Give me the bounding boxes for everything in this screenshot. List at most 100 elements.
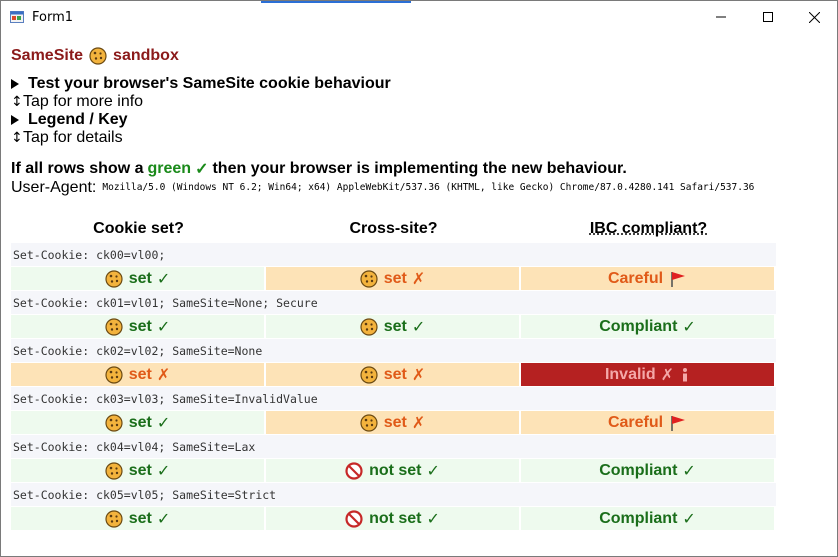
check-icon: ✓: [682, 509, 696, 528]
cookie-set-cell-text: set: [128, 461, 152, 479]
col-header-ibc-compliant[interactable]: IBC compliant?: [521, 220, 776, 238]
cross-site-cell-text: set: [383, 269, 407, 287]
ibc-cell-text: Compliant: [599, 461, 678, 479]
cookie-set-cell-text: set: [128, 269, 152, 287]
cookie-set-cell: set ✗: [11, 363, 264, 386]
cookie-icon: [105, 269, 123, 288]
result-row: set ✓ set ✓ Compliant ✓: [11, 315, 776, 338]
cookie-icon: [105, 365, 123, 384]
cookie-icon: [89, 47, 107, 65]
user-agent-label: User-Agent:: [11, 178, 97, 196]
cross-site-cell-text: not set: [369, 461, 422, 479]
results-table: Cookie set? Cross-site? IBC compliant? S…: [11, 216, 776, 530]
ibc-cell-text: Invalid: [604, 365, 656, 383]
app-icon[interactable]: [10, 10, 24, 24]
cookie-icon: [105, 317, 123, 336]
green-check-icon: ✓: [195, 160, 209, 178]
result-row: set ✓ set ✗ Careful: [11, 411, 776, 434]
cross-site-cell: set ✓: [266, 315, 519, 338]
check-icon: ✓: [156, 461, 171, 480]
result-row: set ✓ not set ✓ Compliant ✓: [11, 507, 776, 530]
cookie-set-cell: set ✓: [11, 459, 264, 482]
cross-icon: ✗: [411, 365, 426, 384]
minimize-icon: [716, 16, 726, 18]
cookie-set-cell: set ✓: [11, 507, 264, 530]
cross-site-cell: not set ✓: [266, 507, 519, 530]
set-cookie-row: Set-Cookie: ck02=vl02; SameSite=None: [11, 339, 776, 362]
cookie-icon: [105, 413, 123, 432]
cross-site-cell: set ✗: [266, 411, 519, 434]
cookie-set-cell: set ✓: [11, 411, 264, 434]
cookie-icon: [105, 509, 123, 528]
check-icon: ✓: [156, 413, 171, 432]
close-icon: [808, 11, 820, 23]
table-body: Set-Cookie: ck00=vl00; set ✓ set ✗ Careful Set…: [11, 243, 776, 530]
cookie-icon: [360, 269, 378, 288]
tap-details[interactable]: ↕ Tap for details: [11, 129, 831, 147]
cross-site-cell: set ✗: [266, 267, 519, 290]
check-icon: ✓: [156, 269, 171, 288]
ibc-cell: Compliant ✓: [521, 459, 774, 482]
taskbar-accent-strip: [261, 1, 411, 3]
red-flag-icon: [669, 414, 687, 432]
expand-triangle-icon: [11, 115, 19, 125]
result-row: set ✗ set ✗ Invalid ✗: [11, 363, 776, 386]
close-button[interactable]: [791, 1, 837, 33]
statement-green: green: [147, 159, 192, 177]
red-flag-icon: [669, 270, 687, 288]
test-summary-label: Test your browser's SameSite cookie beha…: [28, 75, 391, 92]
expand-triangle-icon: [11, 79, 19, 89]
set-cookie-row: Set-Cookie: ck04=vl04; SameSite=Lax: [11, 435, 776, 458]
check-icon: ✓: [156, 317, 171, 336]
cookie-set-cell-text: set: [128, 365, 152, 383]
cross-site-cell: set ✗: [266, 363, 519, 386]
ibc-cell: Careful: [521, 267, 774, 290]
set-cookie-row: Set-Cookie: ck05=vl05; SameSite=Strict: [11, 483, 776, 506]
instruction-statement: If all rows show a green ✓ then your bro…: [11, 159, 831, 178]
cross-icon: ✗: [156, 365, 171, 384]
cookie-set-cell-text: set: [128, 509, 152, 527]
cookie-icon: [360, 365, 378, 384]
maximize-button[interactable]: [745, 1, 791, 33]
cross-site-cell-text: set: [383, 413, 407, 431]
up-down-arrow-icon: ↕: [11, 130, 23, 146]
result-row: set ✓ not set ✓ Compliant ✓: [11, 459, 776, 482]
title-sandbox: sandbox: [113, 47, 179, 64]
no-entry-icon: [345, 461, 363, 480]
ibc-cell-text: Careful: [607, 269, 664, 287]
check-icon: ✓: [682, 461, 696, 480]
cookie-set-cell: set ✓: [11, 267, 264, 290]
tap-more-info[interactable]: ↕ Tap for more info: [11, 93, 831, 111]
user-agent-value: Mozilla/5.0 (Windows NT 6.2; Win64; x64)…: [102, 182, 755, 193]
legend-summary-label: Legend / Key: [28, 111, 128, 128]
statement-post: then your browser is implementing the ne…: [212, 159, 627, 177]
cookie-icon: [105, 461, 123, 480]
user-agent-line: User-Agent: Mozilla/5.0 (Windows NT 6.2;…: [11, 178, 831, 197]
col-header-cookie-set: Cookie set?: [93, 220, 184, 237]
statement-pre: If all rows show a: [11, 159, 144, 177]
result-row: set ✓ set ✗ Careful: [11, 267, 776, 290]
cross-site-cell-text: set: [383, 317, 407, 335]
cross-icon: ✗: [411, 269, 426, 288]
set-cookie-row: Set-Cookie: ck00=vl00;: [11, 243, 776, 266]
info-icon[interactable]: [680, 367, 690, 383]
minimize-button[interactable]: [698, 1, 744, 33]
ibc-cell-text: Compliant: [599, 509, 678, 527]
cross-icon: ✗: [411, 413, 426, 432]
cookie-set-cell: set ✓: [11, 315, 264, 338]
cross-site-cell-text: not set: [369, 509, 422, 527]
title-bar[interactable]: Form1: [1, 1, 837, 33]
ibc-cell-text: Compliant: [599, 317, 678, 335]
cross-site-cell-text: set: [383, 365, 407, 383]
page-title: SameSite sandbox: [11, 45, 831, 67]
table-header: Cookie set? Cross-site? IBC compliant?: [11, 216, 776, 242]
app-window: Form1 SameSite sandbox Test your browser…: [0, 0, 838, 557]
window-title: Form1: [32, 10, 74, 25]
legend-toggle[interactable]: Legend / Key: [11, 111, 831, 129]
ibc-cell-text: Careful: [607, 413, 664, 431]
tap-details-label: Tap for details: [23, 129, 123, 146]
title-samesite: SameSite: [11, 47, 84, 64]
test-details-toggle[interactable]: Test your browser's SameSite cookie beha…: [11, 75, 831, 93]
check-icon: ✓: [682, 317, 696, 336]
cross-site-cell: not set ✓: [266, 459, 519, 482]
